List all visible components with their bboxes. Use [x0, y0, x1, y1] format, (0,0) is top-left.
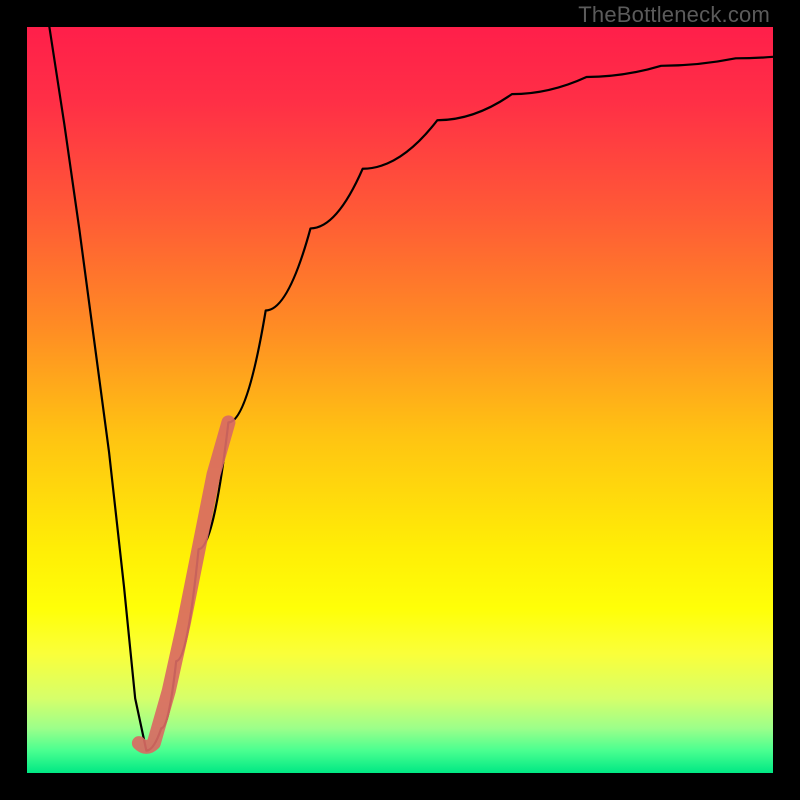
highlight-segment — [139, 422, 229, 747]
bottleneck-curve — [49, 27, 773, 751]
chart-frame: TheBottleneck.com — [0, 0, 800, 800]
chart-svg — [27, 27, 773, 773]
watermark-text: TheBottleneck.com — [578, 2, 770, 28]
